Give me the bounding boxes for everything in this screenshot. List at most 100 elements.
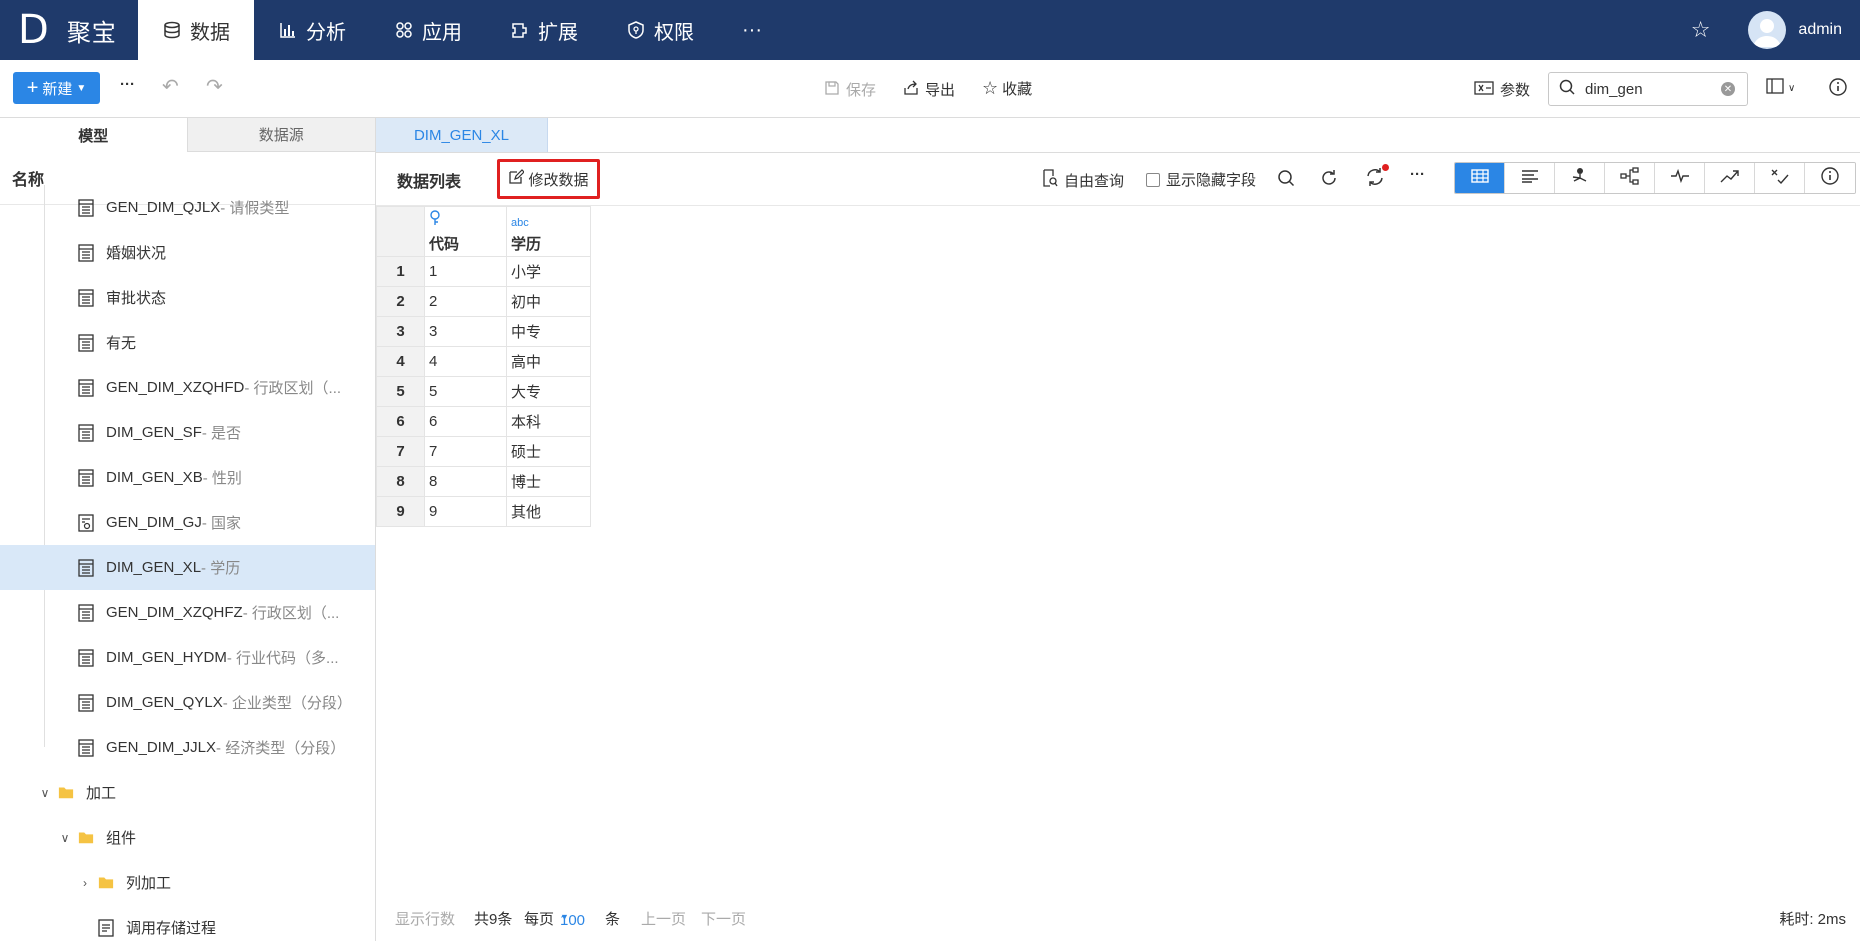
user-name[interactable]: admin xyxy=(1798,21,1842,39)
clear-icon[interactable]: ✕ xyxy=(1721,82,1735,96)
lineage-view-button[interactable] xyxy=(1555,163,1605,193)
star-icon[interactable]: ☆ xyxy=(1691,17,1711,43)
table-row[interactable]: 5 5 大专 xyxy=(376,376,591,407)
tab-datasource[interactable]: 数据源 xyxy=(187,118,375,152)
tree-item[interactable]: GEN_DIM_GJ - 国家 xyxy=(0,500,375,545)
tree-item[interactable]: 婚姻状况 xyxy=(0,230,375,275)
folder-processing[interactable]: ∨ 加工 xyxy=(0,770,375,815)
new-button[interactable]: + 新建 ▼ xyxy=(13,72,100,104)
tree-item[interactable]: GEN_DIM_QJLX - 请假类型 xyxy=(0,185,375,230)
edit-data-button[interactable]: 修改数据 xyxy=(497,159,600,199)
compare-view-button[interactable] xyxy=(1755,163,1805,193)
avatar[interactable] xyxy=(1748,11,1787,49)
info-button[interactable] xyxy=(1828,77,1848,101)
more-button[interactable]: ··· xyxy=(1410,166,1425,183)
sync-button[interactable] xyxy=(1364,164,1389,192)
tree-item[interactable]: 有无 xyxy=(0,320,375,365)
more-button[interactable]: ··· xyxy=(120,76,135,93)
show-hidden-fields[interactable]: 显示隐藏字段 xyxy=(1146,169,1256,190)
tab-model[interactable]: 模型 xyxy=(0,118,188,152)
prev-page-button[interactable]: 上一页 xyxy=(641,908,686,929)
table-cell[interactable]: 硕士 xyxy=(506,436,591,467)
table-cell[interactable]: 高中 xyxy=(506,346,591,377)
table-cell[interactable]: 初中 xyxy=(506,286,591,317)
nav-extension[interactable]: 扩展 xyxy=(486,0,602,60)
table-row[interactable]: 1 1 小学 xyxy=(376,256,591,287)
tree-item[interactable]: DIM_GEN_XB - 性别 xyxy=(0,455,375,500)
tree-item[interactable]: GEN_DIM_XZQHFD - 行政区划（... xyxy=(0,365,375,410)
tree-item[interactable]: GEN_DIM_XZQHFZ - 行政区划（... xyxy=(0,590,375,635)
tree-item[interactable]: DIM_GEN_XL - 学历 xyxy=(0,545,375,590)
free-query-button[interactable]: 自由查询 xyxy=(1042,169,1124,191)
tree-item-stored-procedure[interactable]: 调用存储过程 xyxy=(0,905,375,941)
table-cell[interactable]: 6 xyxy=(424,406,507,437)
trend-view-button[interactable] xyxy=(1705,163,1755,193)
search-button[interactable] xyxy=(1277,169,1295,191)
tree-item-code: DIM_GEN_SF xyxy=(106,424,202,441)
undo-icon[interactable]: ↶ xyxy=(162,74,179,99)
table-row[interactable]: 9 9 其他 xyxy=(376,496,591,527)
table-cell[interactable]: 博士 xyxy=(506,466,591,497)
pulse-icon xyxy=(1670,168,1690,187)
table-row[interactable]: 6 6 本科 xyxy=(376,406,591,437)
nav-data[interactable]: 数据 xyxy=(138,0,254,60)
nav-permission[interactable]: 权限 xyxy=(602,0,718,60)
table-cell[interactable]: 小学 xyxy=(506,256,591,287)
column-header-code[interactable]: 代码 xyxy=(424,206,507,257)
app-logo[interactable]: D 聚宝 xyxy=(0,0,138,60)
table-cell[interactable]: 7 xyxy=(424,436,507,467)
table-cell[interactable]: 9 xyxy=(424,496,507,527)
list-icon xyxy=(1521,169,1539,187)
grid-view-button[interactable] xyxy=(1455,163,1505,193)
table-row[interactable]: 4 4 高中 xyxy=(376,346,591,377)
search-box[interactable]: ✕ xyxy=(1548,72,1748,106)
table-cell[interactable]: 其他 xyxy=(506,496,591,527)
table-cell[interactable]: 中专 xyxy=(506,316,591,347)
folder-column-processing[interactable]: › 列加工 xyxy=(0,860,375,905)
refresh-button[interactable] xyxy=(1319,168,1339,192)
table-cell[interactable]: 大专 xyxy=(506,376,591,407)
save-button[interactable]: 保存 xyxy=(824,79,876,100)
tree-item[interactable]: DIM_GEN_HYDM - 行业代码（多... xyxy=(0,635,375,680)
info-view-button[interactable] xyxy=(1805,163,1855,193)
show-rows-toggle[interactable]: 显示行数 xyxy=(395,908,455,929)
table-row[interactable]: 8 8 博士 xyxy=(376,466,591,497)
table-cell[interactable]: 1 xyxy=(424,256,507,287)
search-input[interactable] xyxy=(1585,80,1715,98)
nav-more[interactable]: ··· xyxy=(718,0,786,60)
notification-dot xyxy=(1382,164,1389,171)
apps-icon xyxy=(394,20,414,40)
tree-item[interactable]: DIM_GEN_SF - 是否 xyxy=(0,410,375,455)
nav-analysis[interactable]: 分析 xyxy=(254,0,370,60)
params-button[interactable]: 参数 xyxy=(1474,79,1530,100)
pulse-view-button[interactable] xyxy=(1655,163,1705,193)
tree-item-code: DIM_GEN_XB xyxy=(106,469,203,486)
tree-item-desc: - 经济类型（分段） xyxy=(216,740,346,757)
layout-toggle[interactable]: ∨ xyxy=(1766,78,1795,98)
table-cell[interactable]: 4 xyxy=(424,346,507,377)
tree-item[interactable]: 审批状态 xyxy=(0,275,375,320)
export-button[interactable]: 导出 xyxy=(903,79,955,100)
nav-apps[interactable]: 应用 xyxy=(370,0,486,60)
table-row[interactable]: 7 7 硕士 xyxy=(376,436,591,467)
table-cell[interactable]: 本科 xyxy=(506,406,591,437)
table-cell[interactable]: 8 xyxy=(424,466,507,497)
list-view-button[interactable] xyxy=(1505,163,1555,193)
redo-icon[interactable]: ↷ xyxy=(206,74,223,99)
table-cell[interactable]: 3 xyxy=(424,316,507,347)
show-hidden-checkbox[interactable] xyxy=(1146,172,1160,187)
folder-components[interactable]: ∨ 组件 xyxy=(0,815,375,860)
nav-extension-label: 扩展 xyxy=(538,21,578,44)
tree-item[interactable]: DIM_GEN_QYLX - 企业类型（分段） xyxy=(0,680,375,725)
table-cell[interactable]: 2 xyxy=(424,286,507,317)
table-row[interactable]: 2 2 初中 xyxy=(376,286,591,317)
relation-view-button[interactable] xyxy=(1605,163,1655,193)
column-header-education[interactable]: abc 学历 xyxy=(506,206,591,257)
logo-letter: D xyxy=(18,7,49,53)
tree-item[interactable]: GEN_DIM_JJLX - 经济类型（分段） xyxy=(0,725,375,770)
favorite-button[interactable]: ☆ 收藏 xyxy=(982,78,1032,99)
tab-dim-gen-xl[interactable]: DIM_GEN_XL xyxy=(376,118,548,152)
table-row[interactable]: 3 3 中专 xyxy=(376,316,591,347)
table-cell[interactable]: 5 xyxy=(424,376,507,407)
next-page-button[interactable]: 下一页 xyxy=(701,908,746,929)
